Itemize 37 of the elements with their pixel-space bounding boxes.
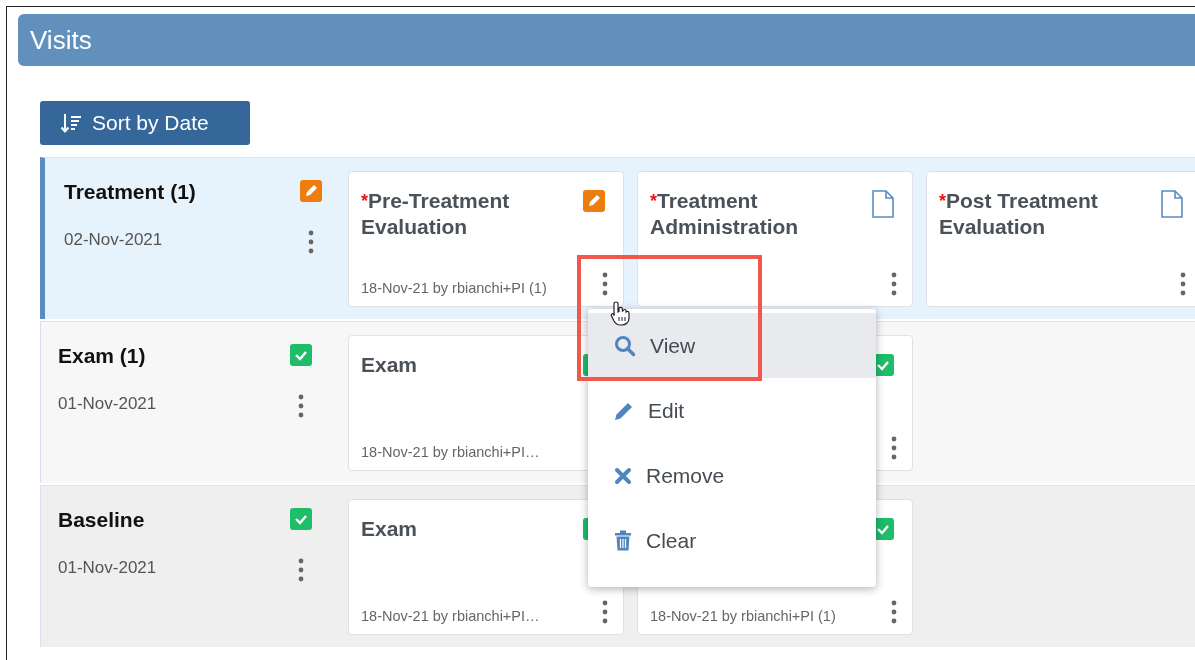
visit-date: 02-Nov-2021 <box>64 230 163 250</box>
sort-icon <box>60 112 82 134</box>
visit-name: Exam (1) <box>58 344 147 368</box>
more-options-icon[interactable] <box>891 600 897 624</box>
form-title: *Post Treatment Evaluation <box>939 188 1099 240</box>
form-card[interactable]: *Pre-Treatment Evaluation 18-Nov-21 by rbianchi+PI (1) <box>348 171 624 307</box>
form-footer: 18-Nov-21 by rbianchi+PI (1) <box>650 608 836 624</box>
sort-button[interactable]: Sort by Date <box>40 101 250 145</box>
more-options-icon[interactable] <box>308 230 314 254</box>
form-title: *Treatment Administration <box>650 188 800 240</box>
more-options-icon[interactable] <box>602 272 608 296</box>
page-title: Visits <box>30 24 92 56</box>
visit-row[interactable]: Treatment (1) 02-Nov-2021 *Pre-Treatment Evaluation 18-Nov-21 by rbianchi+PI (1) *Treatment Administration *Post Treatment Evaluation <box>40 157 1195 319</box>
pencil-icon <box>614 400 634 421</box>
more-options-icon[interactable] <box>298 394 304 418</box>
form-title: Exam <box>361 516 419 542</box>
more-options-icon[interactable] <box>891 436 897 460</box>
visit-name: Treatment (1) <box>64 180 197 204</box>
form-footer: 18-Nov-21 by rbianchi+PI… <box>361 444 540 460</box>
visit-name: Baseline <box>58 508 146 532</box>
form-card[interactable]: Exam 18-Nov-21 by rbianchi+PI… <box>348 499 624 635</box>
form-footer: 18-Nov-21 by rbianchi+PI… <box>361 608 540 624</box>
menu-item[interactable]: View <box>588 313 876 378</box>
form-title: *Pre-Treatment Evaluation <box>361 188 511 240</box>
visit-date: 01-Nov-2021 <box>58 394 157 414</box>
form-footer: 18-Nov-21 by rbianchi+PI (1) <box>361 280 547 296</box>
trash-icon <box>614 530 632 551</box>
form-title: Exam <box>361 352 419 378</box>
close-icon <box>614 466 632 485</box>
more-options-icon[interactable] <box>891 272 897 296</box>
more-options-icon[interactable] <box>1180 272 1186 296</box>
more-options-icon[interactable] <box>298 558 304 582</box>
visit-date: 01-Nov-2021 <box>58 558 157 578</box>
form-card[interactable]: *Post Treatment Evaluation <box>926 171 1195 307</box>
search-icon <box>614 334 636 357</box>
more-options-icon[interactable] <box>602 600 608 624</box>
form-card[interactable]: *Treatment Administration <box>637 171 913 307</box>
